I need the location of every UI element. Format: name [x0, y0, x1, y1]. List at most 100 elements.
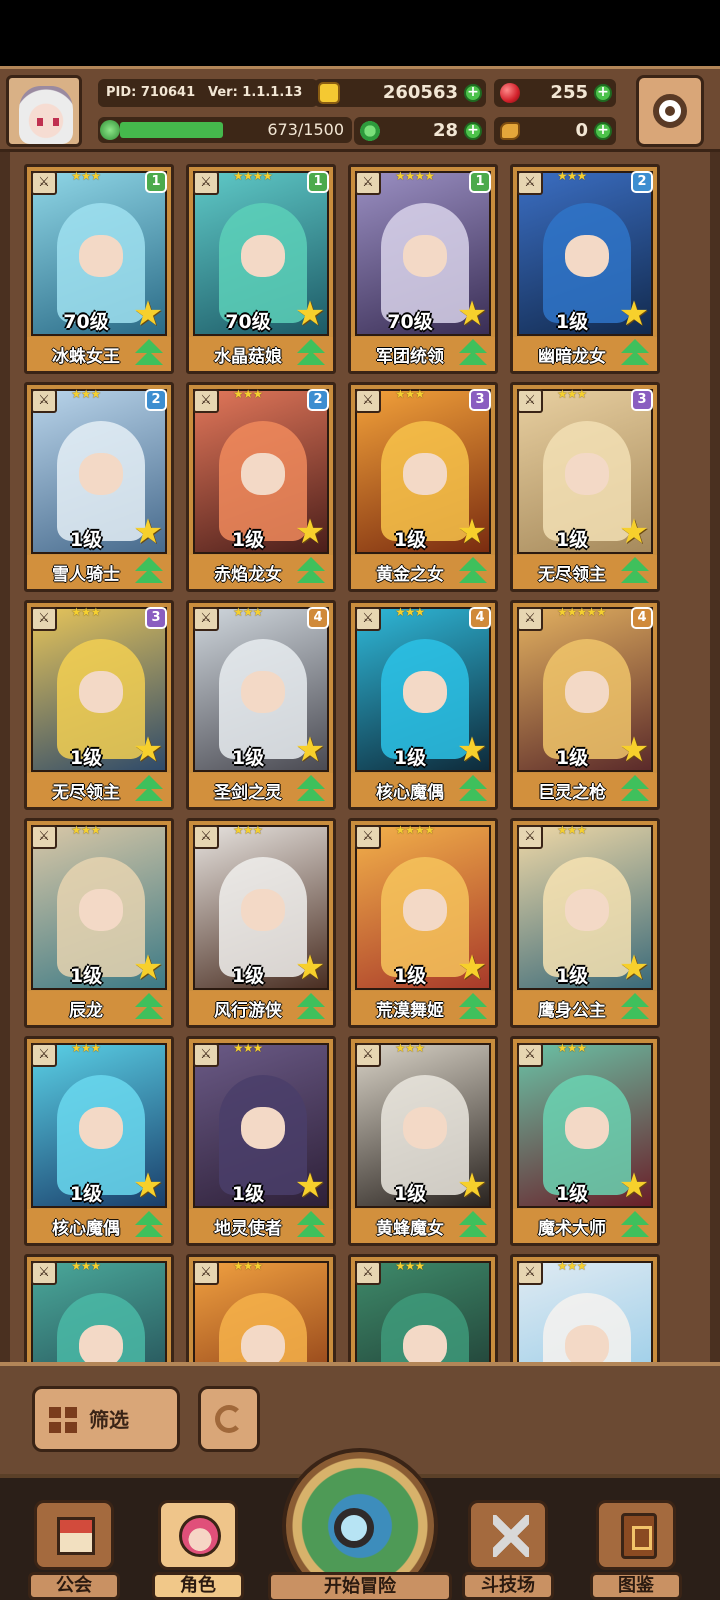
character-card[interactable]: ⚔ ★★★★★ 4 1级 ★ 巨灵之枪: [510, 600, 660, 810]
level-up-arrow-icon[interactable]: [295, 993, 327, 1023]
star-upgrade-icon[interactable]: ★: [293, 515, 327, 549]
character-card[interactable]: ⚔ ★★★★ 1级 ★ 荒漠舞姬: [348, 818, 498, 1028]
character-name: 魔术大师: [538, 1219, 606, 1239]
level-up-arrow-icon[interactable]: [133, 1211, 165, 1241]
level-up-arrow-icon[interactable]: [619, 993, 651, 1023]
star-upgrade-icon[interactable]: ★: [131, 515, 165, 549]
level-up-arrow-icon[interactable]: [619, 775, 651, 805]
character-card[interactable]: ⚔ ★★★★ 1 70级 ★ 军团统领: [348, 164, 498, 374]
star-upgrade-icon[interactable]: ★: [293, 1169, 327, 1203]
star-upgrade-icon[interactable]: ★: [293, 733, 327, 767]
settings-button[interactable]: [636, 75, 704, 147]
star-upgrade-icon[interactable]: ★: [131, 1169, 165, 1203]
level-up-arrow-icon[interactable]: [619, 339, 651, 369]
character-card[interactable]: ⚔★★★★: [24, 1254, 174, 1362]
star-upgrade-icon[interactable]: ★: [617, 515, 651, 549]
character-card[interactable]: ⚔★★★★: [348, 1254, 498, 1362]
character-card[interactable]: ⚔ ★★★ 3 1级 ★ 无尽领主: [510, 382, 660, 592]
level-up-arrow-icon[interactable]: [295, 557, 327, 587]
rank-badge: 3: [631, 389, 653, 411]
character-name: 雪人骑士: [52, 565, 120, 585]
nav-codex[interactable]: 图鉴: [590, 1478, 682, 1600]
character-name: 冰蛛女王: [52, 347, 120, 367]
character-name: 无尽领主: [52, 783, 120, 803]
player-avatar[interactable]: [6, 75, 82, 147]
star-rating: ★★★: [71, 605, 101, 619]
level-up-arrow-icon[interactable]: [295, 775, 327, 805]
character-card[interactable]: ⚔ ★★★★ 1 70级 ★ 水晶菇娘: [186, 164, 336, 374]
nav-arena[interactable]: 斗技场: [462, 1478, 554, 1600]
star-upgrade-icon[interactable]: ★: [617, 951, 651, 985]
character-card[interactable]: ⚔ ★★★ 2 1级 ★ 雪人骑士: [24, 382, 174, 592]
weapon-type-icon: ⚔: [355, 389, 381, 413]
character-level: 1级: [393, 1183, 427, 1205]
level-up-arrow-icon[interactable]: [457, 993, 489, 1023]
nav-adventure[interactable]: 开始冒险: [268, 1448, 452, 1600]
refresh-button[interactable]: [198, 1386, 260, 1452]
star-upgrade-icon[interactable]: ★: [617, 297, 651, 331]
character-card[interactable]: ⚔ ★★★ 1级 ★ 魔术大师: [510, 1036, 660, 1246]
level-up-arrow-icon[interactable]: [457, 339, 489, 369]
star-upgrade-icon[interactable]: ★: [293, 951, 327, 985]
character-card[interactable]: ⚔ ★★★ 1级 ★ 核心魔偶: [24, 1036, 174, 1246]
add-clovers-plus-icon[interactable]: +: [464, 122, 482, 140]
character-card[interactable]: ⚔ ★★★ 1 70级 ★ 冰蛛女王: [24, 164, 174, 374]
star-upgrade-icon[interactable]: ★: [131, 951, 165, 985]
character-card[interactable]: ⚔ ★★★ 4 1级 ★ 核心魔偶: [348, 600, 498, 810]
character-level: 70级: [225, 311, 271, 333]
character-face: [565, 671, 609, 713]
add-gold-plus-icon[interactable]: +: [464, 84, 482, 102]
level-up-arrow-icon[interactable]: [619, 1211, 651, 1241]
character-card[interactable]: ⚔★★★★: [510, 1254, 660, 1362]
level-up-arrow-icon[interactable]: [133, 993, 165, 1023]
star-upgrade-icon[interactable]: ★: [455, 515, 489, 549]
character-grid[interactable]: ⚔ ★★★ 1 70级 ★ 冰蛛女王 ⚔ ★★★★ 1 70级 ★ 水晶菇娘 ⚔ ★★★★ 1 70级 ★ 军团统…: [0, 152, 720, 1362]
character-card[interactable]: ⚔ ★★★ 1级 ★ 风行游侠: [186, 818, 336, 1028]
add-keys-plus-icon[interactable]: +: [594, 122, 612, 140]
level-up-arrow-icon[interactable]: [295, 1211, 327, 1241]
character-level: 1级: [393, 965, 427, 987]
character-card[interactable]: ⚔★★★★: [186, 1254, 336, 1362]
weapon-type-icon: ⚔: [517, 389, 543, 413]
level-up-arrow-icon[interactable]: [457, 775, 489, 805]
character-card[interactable]: ⚔ ★★★ 1级 ★ 鹰身公主: [510, 818, 660, 1028]
level-up-arrow-icon[interactable]: [133, 339, 165, 369]
character-card[interactable]: ⚔ ★★★ 3 1级 ★ 无尽领主: [24, 600, 174, 810]
filter-button[interactable]: 筛选: [32, 1386, 180, 1452]
character-card[interactable]: ⚔ ★★★ 2 1级 ★ 赤焰龙女: [186, 382, 336, 592]
clover-amount: 28: [432, 120, 458, 141]
star-rating: ★★★★: [395, 169, 435, 183]
star-rating: ★★★★: [395, 823, 435, 837]
character-face: [79, 453, 123, 495]
star-upgrade-icon[interactable]: ★: [455, 733, 489, 767]
star-upgrade-icon[interactable]: ★: [455, 297, 489, 331]
level-up-arrow-icon[interactable]: [295, 339, 327, 369]
star-upgrade-icon[interactable]: ★: [617, 1169, 651, 1203]
star-upgrade-icon[interactable]: ★: [131, 733, 165, 767]
level-up-arrow-icon[interactable]: [133, 775, 165, 805]
character-card[interactable]: ⚔ ★★★ 1级 ★ 黄蜂魔女: [348, 1036, 498, 1246]
nav-guild[interactable]: 公会: [28, 1478, 120, 1600]
character-card[interactable]: ⚔ ★★★ 1级 ★ 地灵使者: [186, 1036, 336, 1246]
star-upgrade-icon[interactable]: ★: [455, 951, 489, 985]
star-upgrade-icon[interactable]: ★: [455, 1169, 489, 1203]
level-up-arrow-icon[interactable]: [619, 557, 651, 587]
star-upgrade-icon[interactable]: ★: [293, 297, 327, 331]
character-card[interactable]: ⚔ ★★★ 4 1级 ★ 圣剑之灵: [186, 600, 336, 810]
level-up-arrow-icon[interactable]: [457, 1211, 489, 1241]
weapon-type-icon: ⚔: [193, 607, 219, 631]
star-upgrade-icon[interactable]: ★: [131, 297, 165, 331]
character-card[interactable]: ⚔ ★★★ 3 1级 ★ 黄金之女: [348, 382, 498, 592]
character-name: 圣剑之灵: [214, 783, 282, 803]
character-name: 巨灵之枪: [538, 783, 606, 803]
add-gems-plus-icon[interactable]: +: [594, 84, 612, 102]
level-up-arrow-icon[interactable]: [457, 557, 489, 587]
character-card[interactable]: ⚔ ★★★ 1级 ★ 辰龙: [24, 818, 174, 1028]
level-up-arrow-icon[interactable]: [133, 557, 165, 587]
nav-character[interactable]: 角色: [152, 1478, 244, 1600]
star-rating: ★★★: [557, 1259, 587, 1273]
character-card[interactable]: ⚔ ★★★ 2 1级 ★ 幽暗龙女: [510, 164, 660, 374]
gold-amount: 260563: [382, 82, 458, 103]
refresh-icon: [215, 1405, 243, 1433]
star-upgrade-icon[interactable]: ★: [617, 733, 651, 767]
